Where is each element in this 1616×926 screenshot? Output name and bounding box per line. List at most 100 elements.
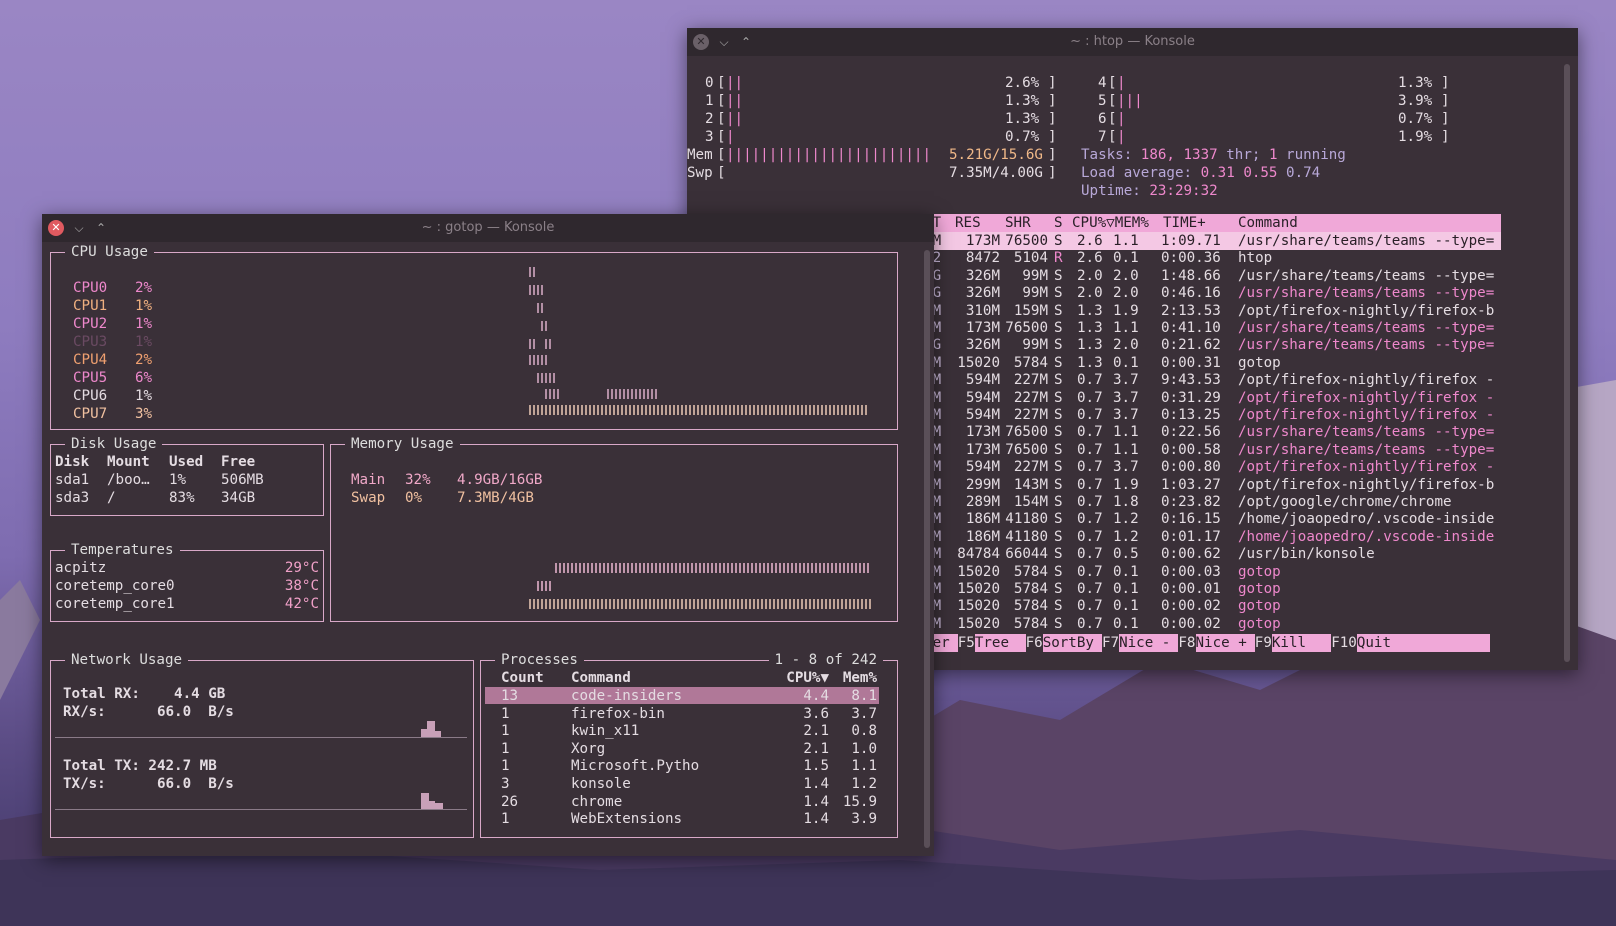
process-cell: 173M — [965, 320, 1000, 336]
fkey-f6[interactable]: F6 — [1026, 634, 1043, 652]
scrollbar[interactable] — [1564, 64, 1570, 662]
process-cell: 76500 — [1005, 424, 1048, 441]
cpu-usage-panel: CPU Usage CPU0 2% CPU1 1% CPU2 1% CPU3 1% CPU4 2%… — [50, 243, 898, 430]
process-cell: 1.1 — [851, 758, 877, 775]
process-cell: 5784 — [1013, 563, 1048, 580]
gotop-titlebar[interactable]: ✕ ⌵ ⌃ ~ : gotop — Konsole — [42, 214, 934, 242]
process-cell: 15.9 — [842, 793, 877, 810]
cpu-meter-bracket: [ — [1108, 93, 1117, 109]
fkey-f9[interactable]: F9 — [1255, 634, 1272, 652]
process-cell: 0:21.62 — [1161, 337, 1221, 354]
process-cell: 0:31.29 — [1161, 389, 1221, 406]
fkey-f7[interactable]: F7 — [1102, 634, 1119, 652]
process-cell: 0.1 — [1113, 250, 1139, 267]
column-header-time[interactable]: TIME+ — [1163, 214, 1206, 232]
fkey-f5[interactable]: F5 — [958, 634, 975, 652]
column-header-cpumem[interactable]: CPU%▽MEM% — [1072, 214, 1149, 232]
graph-cell — [529, 405, 869, 415]
process-cell: 41180 — [1005, 511, 1048, 528]
process-cell: 3.6 — [803, 705, 829, 722]
process-cell: 0:23.82 — [1161, 494, 1221, 510]
gotop-terminal[interactable]: CPU Usage CPU0 2% CPU1 1% CPU2 1% CPU3 1% CPU4 2%… — [42, 242, 934, 856]
process-cell: 1 — [501, 811, 510, 828]
tasks-part: Tasks: — [1081, 147, 1133, 163]
swp-value: 7.35M/4.00G — [949, 165, 1043, 181]
column-header-command[interactable]: Command — [1238, 214, 1298, 232]
tasks-part: running — [1286, 147, 1346, 163]
fkey-f8[interactable]: F8 — [1178, 634, 1195, 652]
load-part: 0.55 — [1243, 165, 1278, 181]
tx-rate: TX/s: 66.0 B/s — [63, 776, 234, 792]
process-cell: 310M — [965, 302, 1000, 319]
memory-legend-pct: 0% — [405, 490, 423, 506]
graph-cell — [545, 339, 551, 349]
column-header-shr[interactable]: SHR — [1005, 214, 1031, 232]
process-cell: 15020 — [957, 581, 1000, 597]
process-cell: 0:13.25 — [1161, 407, 1221, 423]
minimize-icon[interactable]: ⌵ — [717, 28, 731, 56]
process-cell: 3 — [501, 776, 510, 792]
cpu-legend-value: 1% — [135, 334, 153, 350]
minimize-icon[interactable]: ⌵ — [72, 214, 86, 242]
process-cell: 594M — [965, 459, 1000, 476]
process-cell: 326M — [965, 285, 1000, 302]
mem-label: Mem — [687, 147, 713, 163]
disk-cell: 1% — [169, 472, 187, 488]
process-cell: 0:00.02 — [1161, 598, 1221, 615]
column-header-s[interactable]: S — [1054, 214, 1063, 232]
process-cell: 1.4 — [803, 811, 829, 828]
close-icon[interactable]: ✕ — [693, 34, 709, 50]
maximize-icon[interactable]: ⌃ — [739, 28, 753, 56]
process-cell: 0.8 — [851, 723, 877, 740]
memory-legend-name: Main — [351, 472, 386, 488]
process-cell: /usr/share/teams/teams --type= — [1238, 320, 1495, 336]
cpu-meter-label: 2 — [705, 111, 714, 127]
process-cell: S — [1054, 320, 1063, 336]
memory-legend-value: 4.9GB/16GB — [457, 472, 543, 488]
graph-cell — [537, 581, 551, 591]
mem-bracket: ] — [1048, 147, 1057, 163]
process-cell: 159M — [1013, 302, 1048, 319]
scrollbar[interactable] — [924, 250, 930, 848]
panel-title: Memory Usage — [345, 435, 460, 453]
cpu-legend-value: 1% — [135, 316, 153, 332]
tasks-part: 186, — [1140, 147, 1175, 163]
process-cell: 2.6 — [1077, 250, 1103, 267]
fkey-label[interactable]: SortBy — [1043, 634, 1094, 652]
tasks-part: 1 — [1268, 147, 1278, 163]
process-cell: S — [1054, 615, 1063, 632]
process-cell: 0.7 — [1077, 615, 1103, 632]
fkey-label[interactable]: Nice + — [1196, 634, 1247, 652]
close-icon[interactable]: ✕ — [48, 220, 64, 236]
process-cell: /usr/share/teams/teams --type= — [1238, 233, 1495, 249]
tasks-info: Tasks: 186, 1337 thr; 1 running — [1081, 146, 1346, 164]
htop-titlebar[interactable]: ✕ ⌵ ⌃ ~ : htop — Konsole — [687, 28, 1578, 56]
cpu-legend-name: CPU6 — [73, 388, 108, 404]
fkey-label[interactable]: Quit — [1357, 634, 1391, 652]
process-cell: 0.1 — [1113, 598, 1139, 615]
fkey-label[interactable]: Kill — [1272, 634, 1306, 652]
load-part: 0.74 — [1286, 165, 1321, 181]
cpu-meter-bar: | — [1117, 111, 1126, 127]
cpu-legend-name: CPU2 — [73, 316, 108, 332]
fkey-label[interactable]: Nice - — [1119, 634, 1170, 652]
process-cell: 0.5 — [1113, 546, 1139, 563]
disk-cell: 34GB — [221, 490, 256, 506]
process-cell: 5784 — [1013, 354, 1048, 371]
process-cell: /opt/google/chrome/chrome — [1238, 494, 1452, 510]
process-cell: 99M — [1022, 267, 1048, 284]
process-cell: 1 — [501, 723, 510, 740]
disk-column-header: Free — [221, 454, 256, 470]
column-header-res[interactable]: RES — [955, 214, 981, 232]
fkey-label[interactable]: Tree — [975, 634, 1009, 652]
process-column-header: Mem% — [842, 670, 877, 686]
cpu-meter-bracket: ] — [1441, 93, 1450, 109]
maximize-icon[interactable]: ⌃ — [94, 214, 108, 242]
cpu-meter-label: 6 — [1098, 111, 1107, 127]
process-cell: 2:13.53 — [1161, 302, 1221, 319]
fkey-f10[interactable]: F10 — [1331, 634, 1357, 652]
process-cell: Microsoft.Pytho — [571, 758, 700, 775]
process-cell: 186M — [965, 511, 1000, 528]
cpu-legend-value: 1% — [135, 298, 153, 314]
graph-cell — [529, 285, 543, 295]
